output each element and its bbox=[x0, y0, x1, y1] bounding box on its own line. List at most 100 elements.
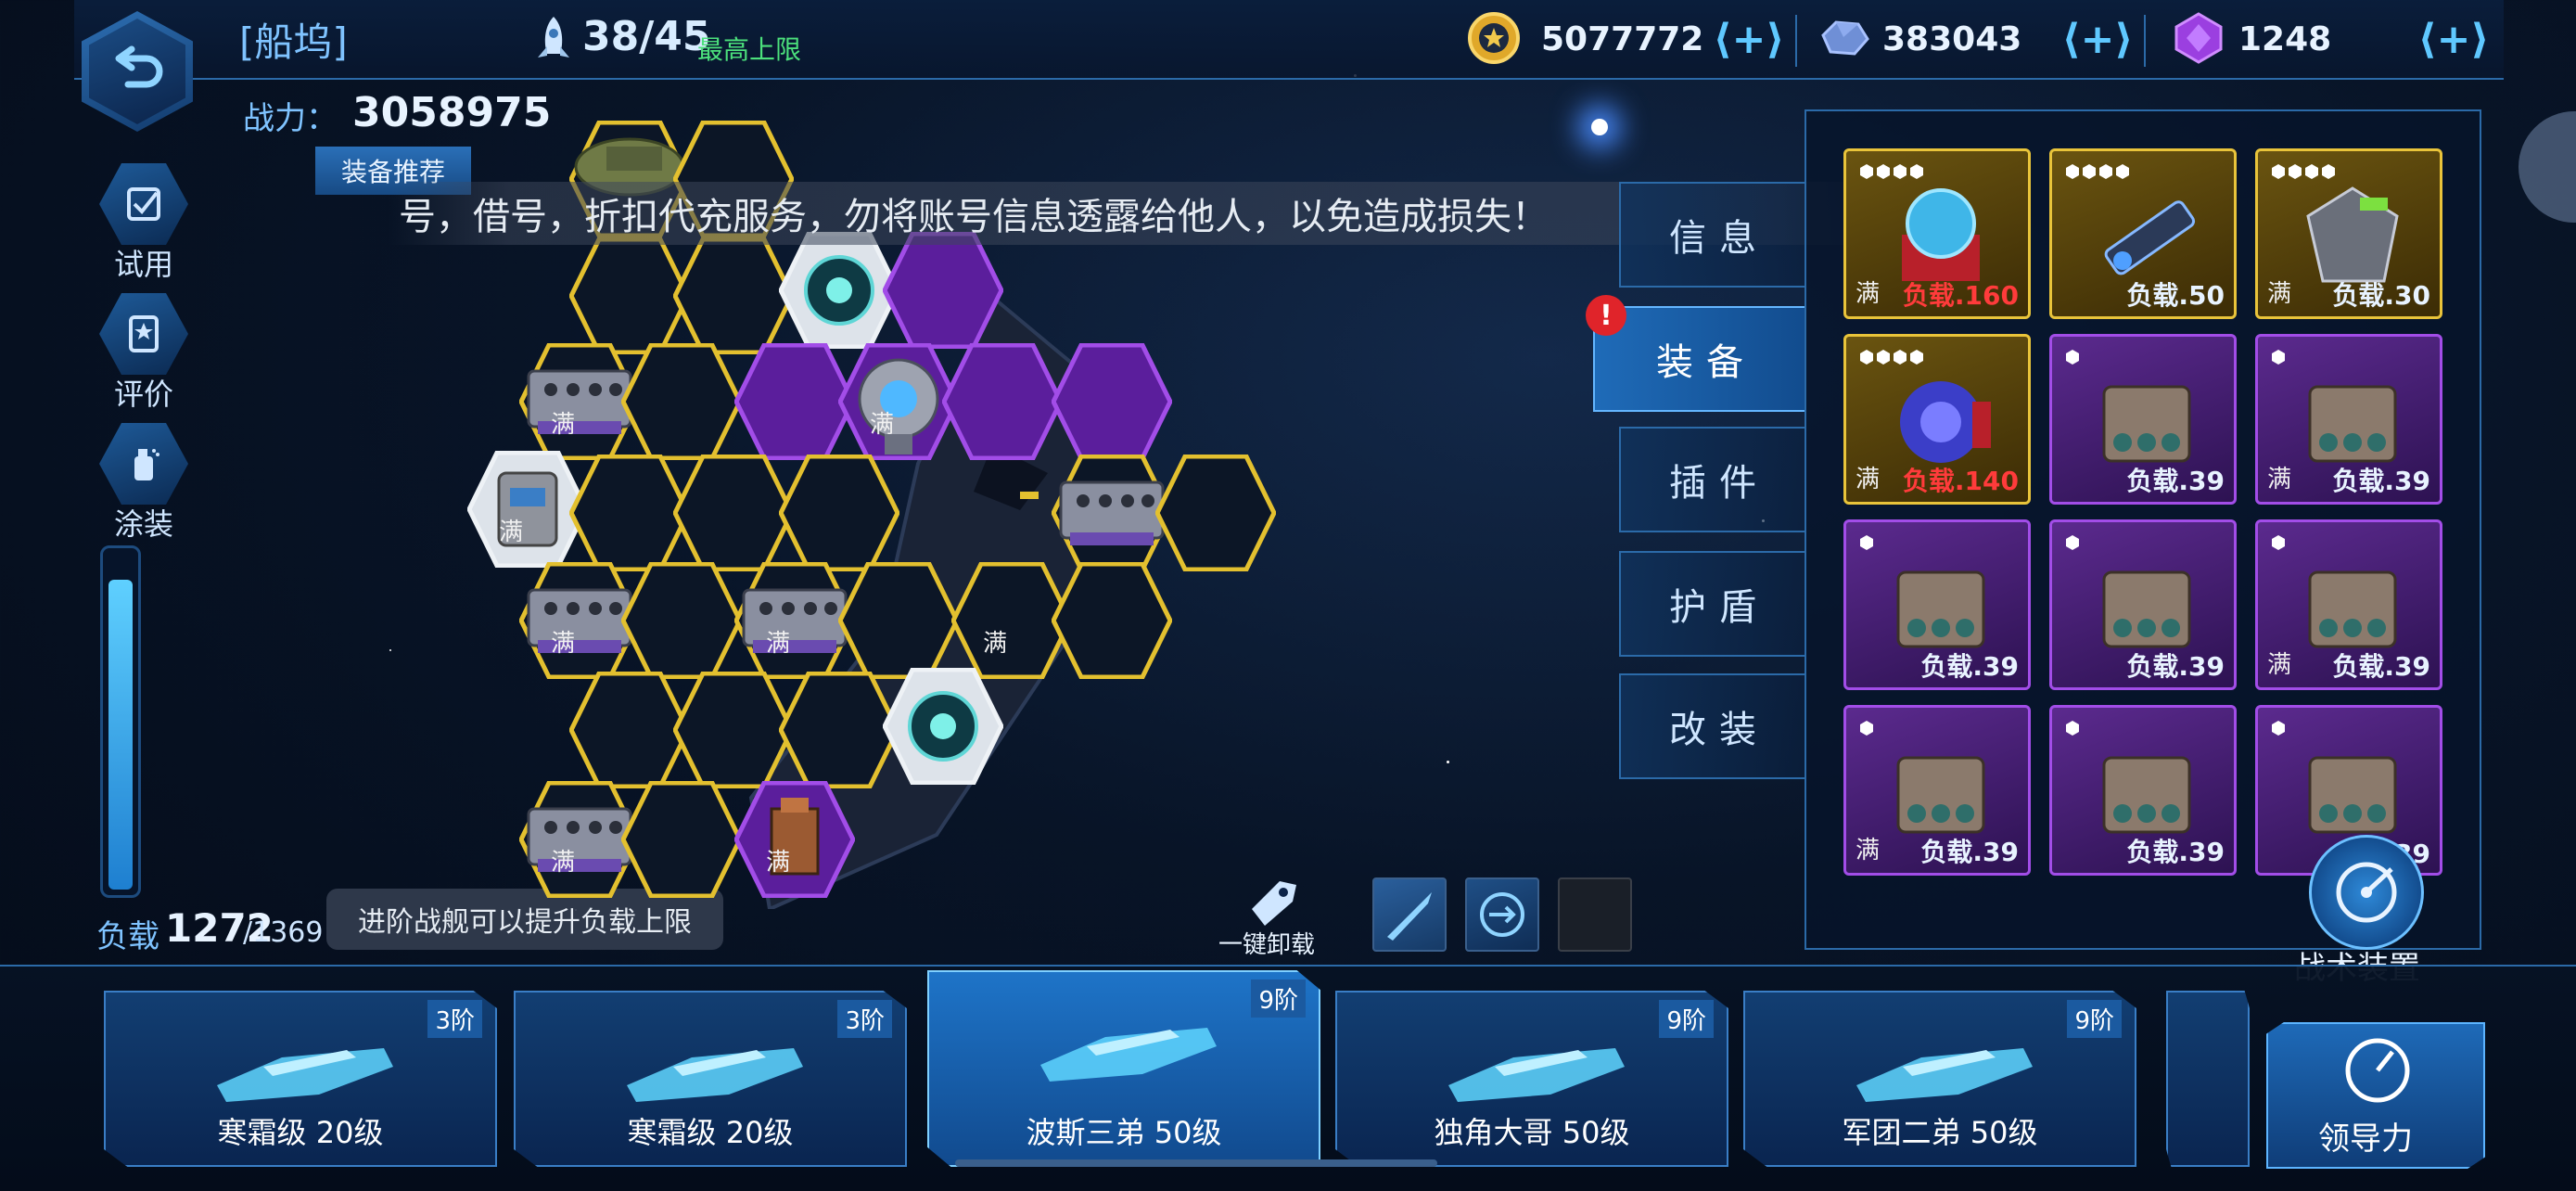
hex-slot-empty[interactable] bbox=[733, 342, 856, 461]
hex-slot-empty[interactable] bbox=[672, 237, 795, 355]
hex-slot-core[interactable] bbox=[882, 667, 1004, 786]
hex-cell-shape bbox=[882, 667, 1004, 786]
slots-max-note: 最高上限 bbox=[697, 34, 802, 65]
add-ore-button[interactable]: ⟨+⟩ bbox=[2060, 13, 2135, 65]
inventory-item[interactable]: 负载.50 bbox=[2049, 148, 2237, 319]
page-title: [船坞] bbox=[239, 19, 348, 65]
paint-label: 涂装 bbox=[113, 506, 173, 542]
inventory-item[interactable]: 负载.39 bbox=[2049, 334, 2237, 505]
hex-slot-empty[interactable] bbox=[778, 671, 900, 789]
hex-cell-shape bbox=[733, 780, 856, 899]
gem-amount: 1248 bbox=[2238, 20, 2332, 58]
inventory-item[interactable]: 满 负载.39 bbox=[1843, 705, 2031, 876]
spray-can-icon bbox=[134, 449, 159, 480]
trial-button[interactable]: 试用 bbox=[93, 163, 195, 284]
inventory-item[interactable]: 满 负载.39 bbox=[2255, 334, 2442, 505]
unload-all-label[interactable]: 一键卸载 bbox=[1218, 926, 1315, 960]
ship-card[interactable]: 9阶 波斯三弟 50级 bbox=[927, 970, 1320, 1167]
tab-modify[interactable]: 改装 bbox=[1619, 673, 1804, 779]
item-load-value: 负载.39 bbox=[2332, 466, 2430, 496]
rating-button[interactable]: 评价 bbox=[93, 293, 195, 414]
hex-slot-empty[interactable] bbox=[1154, 454, 1277, 572]
side-drawer-handle[interactable] bbox=[2519, 111, 2576, 223]
hex-cell-shape bbox=[882, 231, 1004, 350]
hex-cell-shape bbox=[620, 780, 743, 899]
hex-slot-drone[interactable]: 满 bbox=[837, 342, 960, 461]
full-label: 满 bbox=[983, 630, 1008, 658]
hex-cell-shape bbox=[672, 671, 795, 789]
quick-slot-empty[interactable] bbox=[1558, 877, 1632, 952]
hex-slot-empty[interactable] bbox=[941, 342, 1064, 461]
gauge-icon bbox=[2345, 1038, 2410, 1103]
item-load-value: 负载.30 bbox=[2332, 280, 2430, 311]
hex-slot-core[interactable] bbox=[778, 231, 900, 350]
unload-icon[interactable] bbox=[1243, 872, 1307, 928]
ship-tier-badge: 9阶 bbox=[2067, 1000, 2122, 1038]
ship-name: 独角大哥 50级 bbox=[1434, 1115, 1630, 1150]
gold-coin-icon bbox=[1468, 12, 1520, 64]
hex-cell-shape bbox=[620, 561, 743, 680]
inventory-item[interactable]: 满负载.160 bbox=[1843, 148, 2031, 319]
full-label: 满 bbox=[870, 411, 895, 439]
hex-slot-empty[interactable] bbox=[568, 454, 691, 572]
inventory-item[interactable]: 负载.39 bbox=[1843, 519, 2031, 690]
ship-tier-badge: 9阶 bbox=[1659, 1000, 1714, 1038]
leadership-label: 领导力 bbox=[2318, 1121, 2413, 1158]
add-gold-button[interactable]: ⟨+⟩ bbox=[1712, 13, 1786, 65]
scroll-indicator bbox=[955, 1159, 1437, 1167]
hex-slot-empty[interactable] bbox=[620, 561, 743, 680]
ship-tier-badge: 9阶 bbox=[1251, 980, 1306, 1018]
hex-cell-shape bbox=[672, 237, 795, 355]
load-bar bbox=[100, 545, 141, 898]
ship-card-partial[interactable] bbox=[2166, 991, 2250, 1167]
hex-cell-shape bbox=[837, 342, 960, 461]
full-label: 满 bbox=[551, 849, 576, 877]
tactic-device-button[interactable] bbox=[2309, 835, 2424, 950]
inventory-item[interactable]: 满 负载.30 bbox=[2255, 148, 2442, 319]
hex-slot-turret[interactable]: 满 bbox=[733, 561, 856, 680]
hex-slot-empty[interactable] bbox=[672, 671, 795, 789]
ore-crystal-icon bbox=[1821, 20, 1869, 56]
inventory-item[interactable]: 满负载.140 bbox=[1843, 334, 2031, 505]
tab-shield[interactable]: 护盾 bbox=[1619, 551, 1804, 657]
ship-card[interactable]: 9阶 军团二弟 50级 bbox=[1743, 991, 2136, 1167]
quick-slot-speed[interactable] bbox=[1465, 877, 1539, 952]
hex-slot-empty[interactable] bbox=[882, 231, 1004, 350]
ship-card[interactable]: 3阶 寒霜级 20级 bbox=[514, 991, 907, 1167]
hex-cell-shape bbox=[837, 561, 960, 680]
hex-slot-turret[interactable] bbox=[1051, 454, 1173, 572]
item-full-label: 满 bbox=[1855, 466, 1881, 493]
ship-card[interactable]: 3阶 寒霜级 20级 bbox=[104, 991, 497, 1167]
item-full-label: 满 bbox=[2267, 651, 2292, 679]
hex-cell-shape bbox=[778, 671, 900, 789]
hex-slot-empty[interactable] bbox=[672, 454, 795, 572]
star-badge-icon bbox=[129, 315, 159, 352]
hex-slot-empty[interactable] bbox=[568, 237, 691, 355]
radar-icon bbox=[2336, 862, 2397, 923]
hex-slot-empty[interactable] bbox=[1051, 561, 1173, 680]
item-full-label: 满 bbox=[1855, 280, 1881, 308]
item-full-label: 满 bbox=[1855, 837, 1881, 864]
hex-slot-empty[interactable] bbox=[620, 780, 743, 899]
inventory-item[interactable]: 负载.39 bbox=[2049, 705, 2237, 876]
hex-slot-empty[interactable] bbox=[837, 561, 960, 680]
paint-button[interactable]: 涂装 bbox=[93, 423, 195, 544]
ship-card[interactable]: 9阶独角大哥 50级 bbox=[1335, 991, 1728, 1167]
quick-slot-missile[interactable] bbox=[1372, 877, 1447, 952]
hex-slot-empty[interactable] bbox=[1051, 342, 1173, 461]
item-load-value: 负载.160 bbox=[1902, 280, 2019, 311]
tab-plugin[interactable]: 插件 bbox=[1619, 427, 1804, 532]
inventory-item[interactable]: 满 负载.39 bbox=[2255, 519, 2442, 690]
add-gem-button[interactable]: ⟨+⟩ bbox=[2417, 13, 2491, 65]
hex-cell-shape bbox=[1051, 561, 1173, 680]
tab-info[interactable]: 信息 bbox=[1619, 182, 1804, 288]
ship-icon bbox=[627, 1048, 803, 1102]
ship-icon bbox=[1856, 1048, 2033, 1102]
star bbox=[389, 649, 391, 651]
hex-slot-empty[interactable] bbox=[568, 671, 691, 789]
full-label: 满 bbox=[551, 630, 576, 658]
hex-slot-empty[interactable] bbox=[620, 342, 743, 461]
hex-slot-gun[interactable]: 满 bbox=[733, 780, 856, 899]
hex-slot-empty[interactable] bbox=[778, 454, 900, 572]
inventory-item[interactable]: 负载.39 bbox=[2049, 519, 2237, 690]
